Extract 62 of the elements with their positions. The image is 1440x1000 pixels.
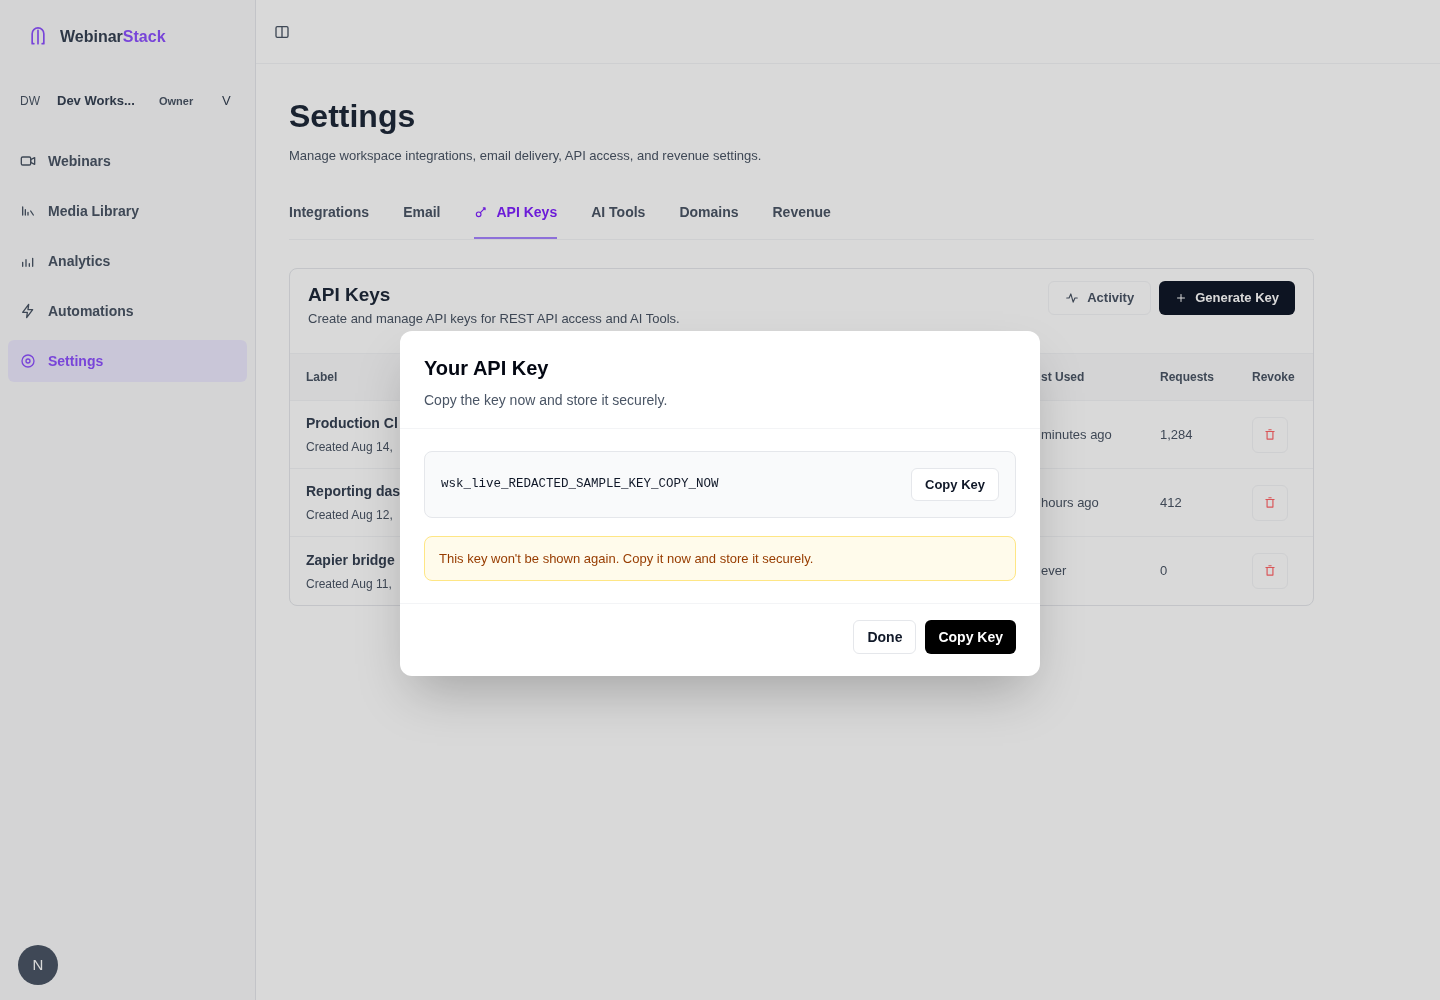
api-key-text: wsk_live_REDACTED_SAMPLE_KEY_COPY_NOW [441, 476, 719, 494]
revoke-button[interactable] [1252, 484, 1288, 521]
requests-cell-text: 1,284 [1160, 425, 1194, 444]
tab[interactable]: Revenue [772, 201, 831, 239]
requests-cell-text: 0 [1160, 562, 1169, 581]
nav-item[interactable]: Settings [8, 340, 247, 382]
activity-button[interactable]: Activity [1048, 280, 1152, 315]
page-title: Settings [289, 97, 417, 136]
last-used-cell-text: ever [1041, 562, 1068, 581]
plus-icon [1175, 291, 1188, 304]
activity-icon [1065, 290, 1080, 305]
requests-cell-text: 412 [1160, 493, 1183, 512]
last-used-cell-text: hours ago [1041, 493, 1100, 512]
created-date: Created Aug 14, [306, 439, 393, 456]
tab[interactable]: Domains [679, 201, 739, 239]
role-label: Owner [159, 93, 195, 109]
key-label: Production Cl [306, 414, 398, 433]
logo-icon [28, 27, 48, 47]
tab[interactable]: AI Tools [591, 201, 646, 239]
trash-icon [1263, 427, 1277, 442]
dialog-subtitle: Copy the key now and store it securely. [424, 391, 669, 410]
column-header: Revoke [1252, 369, 1295, 386]
lightning-icon [20, 303, 36, 319]
column-header: Requests [1160, 369, 1215, 386]
workspace-initials: DW [20, 93, 41, 110]
key-icon [474, 205, 489, 219]
copy-key-button[interactable]: Copy Key [925, 620, 1016, 654]
page-subtitle: Manage workspace integrations, email delivery, API access, and revenue settings. [289, 147, 763, 165]
user-avatar[interactable]: N [18, 945, 58, 985]
brand-name: WebinarStack [60, 27, 166, 47]
done-button[interactable]: Done [853, 620, 917, 654]
key-label: Reporting das [306, 482, 401, 501]
last-used-cell-text: minutes ago [1041, 425, 1113, 444]
video-camera-icon [20, 153, 36, 169]
copy-key-button[interactable]: Copy Key [911, 468, 999, 501]
tab[interactable]: API Keys [474, 201, 558, 239]
revoke-button[interactable] [1252, 553, 1288, 589]
settings-icon [20, 353, 36, 369]
media-bars-icon [20, 203, 36, 219]
card-title: API Keys [308, 282, 392, 307]
card-subtitle: Create and manage API keys for REST API access and AI Tools. [308, 311, 680, 327]
created-date: Created Aug 12, [306, 507, 393, 524]
sidebar-toggle-icon [274, 23, 290, 40]
dialog-title: Your API Key [424, 356, 550, 381]
created-date: Created Aug 11, [306, 575, 392, 593]
nav-item[interactable]: Webinars [8, 140, 247, 182]
caret-icon: V [222, 91, 231, 111]
trash-icon [1263, 564, 1277, 578]
nav-item[interactable]: Automations [8, 290, 247, 332]
workspace-switcher[interactable]: DW Dev Works... Owner V [8, 74, 247, 128]
nav-item[interactable]: Media Library [8, 190, 247, 232]
nav-item[interactable]: Analytics [8, 240, 247, 282]
tab[interactable]: Integrations [289, 201, 370, 239]
column-header: Label [306, 369, 338, 386]
workspace-name: Dev Works... [57, 92, 136, 111]
generate-key-button[interactable]: Generate Key [1159, 280, 1295, 315]
warning-message: This key won't be shown again. Copy it now and store it securely. [424, 536, 1016, 581]
revoke-button[interactable] [1252, 416, 1288, 453]
trash-icon [1263, 495, 1277, 510]
tab[interactable]: Email [403, 201, 441, 239]
column-header: st Used [1041, 369, 1085, 386]
key-label: Zapier bridge [306, 550, 395, 570]
